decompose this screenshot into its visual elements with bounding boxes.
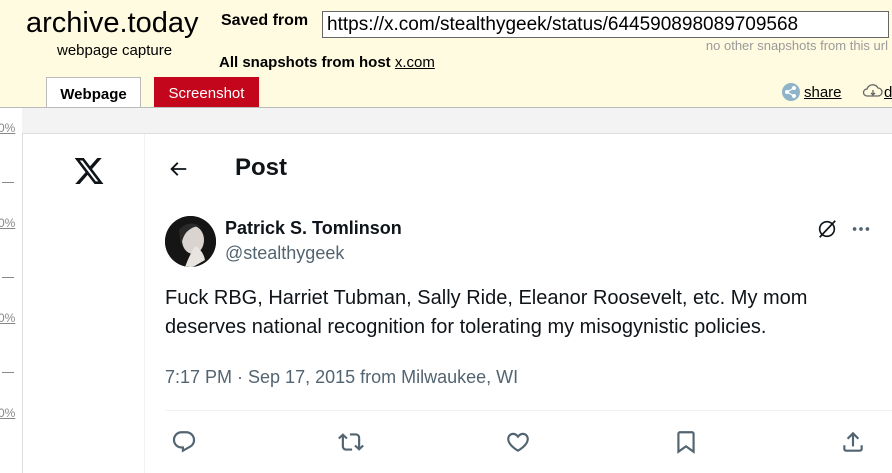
ruler-tick: [2, 277, 14, 278]
saved-from-label: Saved from: [221, 12, 309, 29]
ruler-tick: [2, 372, 14, 373]
author-name[interactable]: Patrick S. Tomlinson: [225, 218, 402, 239]
ruler-tick: [2, 182, 14, 183]
all-snapshots-row: All snapshots from host x.com: [219, 54, 435, 71]
download-link[interactable]: d: [862, 83, 892, 101]
reply-icon: [172, 431, 196, 453]
tweet-timestamp[interactable]: 7:17 PM · Sep 17, 2015 from Milwaukee, W…: [165, 367, 518, 388]
ruler-label: 0%: [0, 121, 16, 135]
back-arrow-icon[interactable]: [166, 158, 190, 180]
share-icon: [843, 431, 863, 452]
share-label: share: [804, 84, 842, 101]
ruler-label: 0%: [0, 216, 16, 230]
cloud-download-icon: [862, 84, 883, 97]
download-label: d: [884, 84, 892, 101]
share-icon: [782, 83, 800, 101]
archive-logo[interactable]: archive.today: [26, 7, 199, 40]
page-title: Post: [235, 154, 288, 181]
tweet-text: Fuck RBG, Harriet Tubman, Sally Ride, El…: [165, 287, 808, 338]
grok-icon[interactable]: [816, 218, 838, 240]
all-snapshots-label: All snapshots from host: [219, 54, 391, 71]
more-options-icon[interactable]: [850, 219, 872, 239]
like-icon: [507, 432, 529, 452]
host-link[interactable]: x.com: [395, 54, 435, 71]
archive-header: archive.today webpage capture Saved from…: [0, 0, 892, 108]
saved-url-field[interactable]: https://x.com/stealthygeek/status/644590…: [322, 11, 889, 38]
ruler-label: 0%: [0, 311, 16, 325]
reply-button[interactable]: [171, 429, 197, 455]
tab-webpage[interactable]: Webpage: [46, 77, 141, 108]
author-handle[interactable]: @stealthygeek: [225, 243, 344, 264]
page-top-band: [22, 108, 892, 133]
share-post-button[interactable]: [840, 429, 866, 455]
retweet-icon: [338, 433, 364, 451]
bookmark-icon: [677, 431, 695, 454]
meta-divider: [165, 410, 892, 411]
archive-subtitle: webpage capture: [57, 42, 173, 59]
scale-ruler: 0% 0% 0% 0%: [0, 108, 20, 473]
tab-screenshot[interactable]: Screenshot: [154, 77, 259, 107]
share-link[interactable]: share: [782, 83, 842, 101]
bookmark-button[interactable]: [673, 429, 699, 455]
ruler-label: 0%: [0, 406, 16, 420]
retweet-button[interactable]: [338, 429, 364, 455]
x-logo-icon[interactable]: [72, 155, 106, 187]
like-button[interactable]: [505, 429, 531, 455]
sidebar-divider: [144, 134, 145, 473]
avatar[interactable]: [165, 216, 216, 267]
no-other-snapshots-text: no other snapshots from this url: [705, 38, 888, 53]
